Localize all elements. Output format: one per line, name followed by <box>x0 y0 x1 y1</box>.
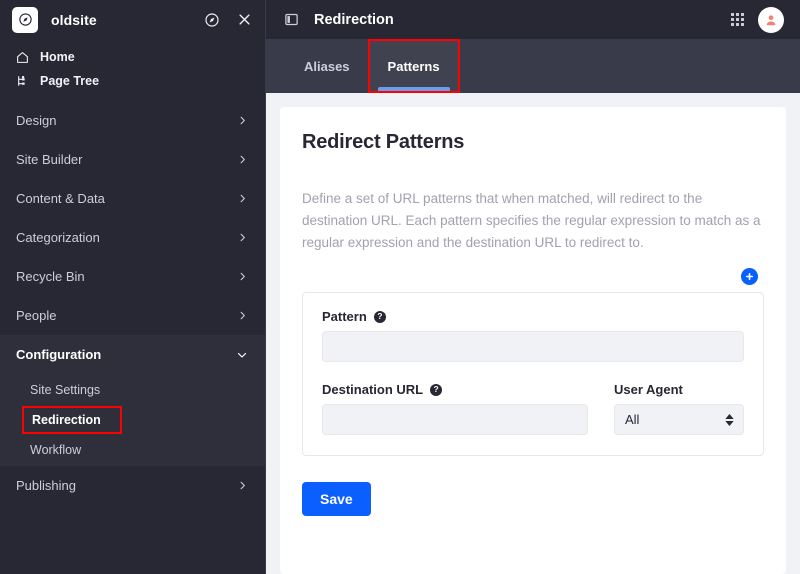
sidebar-item-site-settings[interactable]: Site Settings <box>0 374 265 406</box>
tab-patterns[interactable]: Patterns <box>367 39 460 93</box>
sidebar-item-site-settings-label: Site Settings <box>30 383 101 397</box>
tab-aliases-label: Aliases <box>304 58 350 74</box>
page-title: Redirection <box>314 11 394 28</box>
sidebar-item-home-label: Home <box>40 50 75 64</box>
sidebar-item-recycle-bin[interactable]: Recycle Bin <box>0 257 265 296</box>
sidebar-item-home[interactable]: Home <box>0 45 265 69</box>
sidebar-group-publishing: Publishing <box>0 466 265 505</box>
sidebar-item-workflow[interactable]: Workflow <box>0 434 265 466</box>
destination-user-agent-row: Destination URL ? User Agent <box>322 382 744 435</box>
sidebar-item-workflow-label: Workflow <box>30 443 82 457</box>
sidebar-item-page-tree[interactable]: Page Tree <box>0 69 265 93</box>
sidebar-item-design-label: Design <box>16 113 57 128</box>
sidebar-group-design: Design <box>0 101 265 140</box>
main-panel: Redirection Aliases Patterns Redirect Pa… <box>265 0 800 574</box>
destination-url-field: Destination URL ? <box>322 382 588 435</box>
destination-url-input[interactable] <box>322 404 588 435</box>
topbar: Redirection <box>266 0 800 39</box>
sidebar-header-actions <box>203 11 253 29</box>
sidebar-item-publishing-label: Publishing <box>16 478 76 493</box>
user-agent-field: User Agent <box>614 382 744 435</box>
sidebar-item-configuration[interactable]: Configuration <box>0 335 265 374</box>
user-agent-label: User Agent <box>614 382 744 397</box>
tab-aliases[interactable]: Aliases <box>286 39 368 93</box>
save-row: Save <box>302 482 764 516</box>
chevron-right-icon <box>235 231 249 245</box>
chevron-right-icon <box>235 270 249 284</box>
pattern-label-text: Pattern <box>322 309 367 324</box>
topbar-actions <box>731 6 784 33</box>
tab-patterns-label: Patterns <box>387 58 440 74</box>
tab-bar: Aliases Patterns <box>266 39 800 93</box>
redirect-patterns-card: Redirect Patterns Define a set of URL pa… <box>280 107 786 574</box>
sidebar-group-categorization: Categorization <box>0 218 265 257</box>
explore-icon[interactable] <box>203 11 221 29</box>
card-description: Define a set of URL patterns that when m… <box>302 191 761 250</box>
sidebar-group-configuration: Configuration Site Settings Redirection … <box>0 335 265 466</box>
pattern-input[interactable] <box>322 331 744 362</box>
user-agent-select-wrap <box>614 404 744 435</box>
sidebar: oldsite Home Page Tree Design Site Build… <box>0 0 265 574</box>
help-icon[interactable]: ? <box>430 383 443 396</box>
sidebar-nav: Design Site Builder Content & Data Categ… <box>0 101 265 574</box>
sidebar-item-categorization[interactable]: Categorization <box>0 218 265 257</box>
sidebar-item-site-builder[interactable]: Site Builder <box>0 140 265 179</box>
sidebar-group-recycle-bin: Recycle Bin <box>0 257 265 296</box>
add-pattern-row <box>302 268 764 285</box>
pattern-field-label: Pattern ? <box>322 309 744 324</box>
sidebar-item-page-tree-label: Page Tree <box>40 74 100 88</box>
chevron-right-icon <box>235 114 249 128</box>
sidebar-quick-links: Home Page Tree <box>0 39 265 101</box>
sidebar-item-recycle-bin-label: Recycle Bin <box>16 269 85 284</box>
chevron-right-icon <box>235 309 249 323</box>
help-icon[interactable]: ? <box>373 310 386 323</box>
content-area: Redirect Patterns Define a set of URL pa… <box>266 93 800 574</box>
chevron-right-icon <box>235 153 249 167</box>
sidebar-group-site-builder: Site Builder <box>0 140 265 179</box>
card-title: Redirect Patterns <box>302 131 465 153</box>
sidebar-toggle-icon[interactable] <box>282 11 300 29</box>
chevron-right-icon <box>235 479 249 493</box>
sidebar-item-publishing[interactable]: Publishing <box>0 466 265 505</box>
sidebar-item-redirection[interactable]: Redirection <box>22 406 122 434</box>
sidebar-item-content-data[interactable]: Content & Data <box>0 179 265 218</box>
sidebar-item-design[interactable]: Design <box>0 101 265 140</box>
sidebar-item-redirection-label: Redirection <box>32 413 101 427</box>
sidebar-group-content-data: Content & Data <box>0 179 265 218</box>
site-logo-icon[interactable] <box>12 6 38 33</box>
destination-url-label: Destination URL ? <box>322 382 588 397</box>
home-icon <box>16 51 32 64</box>
close-icon[interactable] <box>235 11 253 29</box>
destination-url-label-text: Destination URL <box>322 382 424 397</box>
sidebar-item-categorization-label: Categorization <box>16 230 100 245</box>
chevron-right-icon <box>235 192 249 206</box>
app-grid-icon[interactable] <box>731 13 744 26</box>
save-button[interactable]: Save <box>302 482 371 516</box>
page-tree-icon <box>16 75 32 88</box>
site-name: oldsite <box>51 11 97 28</box>
user-agent-label-text: User Agent <box>614 382 683 397</box>
sidebar-item-site-builder-label: Site Builder <box>16 152 83 167</box>
user-avatar-icon[interactable] <box>758 6 784 33</box>
sidebar-header: oldsite <box>0 0 265 39</box>
chevron-down-icon <box>235 348 249 362</box>
add-pattern-button[interactable] <box>741 268 758 285</box>
user-agent-select[interactable] <box>614 404 744 435</box>
sidebar-item-people[interactable]: People <box>0 296 265 335</box>
sidebar-group-people: People <box>0 296 265 335</box>
sidebar-item-content-data-label: Content & Data <box>16 191 105 206</box>
sidebar-item-configuration-label: Configuration <box>16 347 102 362</box>
sidebar-item-people-label: People <box>16 308 57 323</box>
app-root: oldsite Home Page Tree Design Site Build… <box>0 0 800 574</box>
pattern-entry-box: Pattern ? Destination URL ? User Agent A… <box>302 292 764 456</box>
